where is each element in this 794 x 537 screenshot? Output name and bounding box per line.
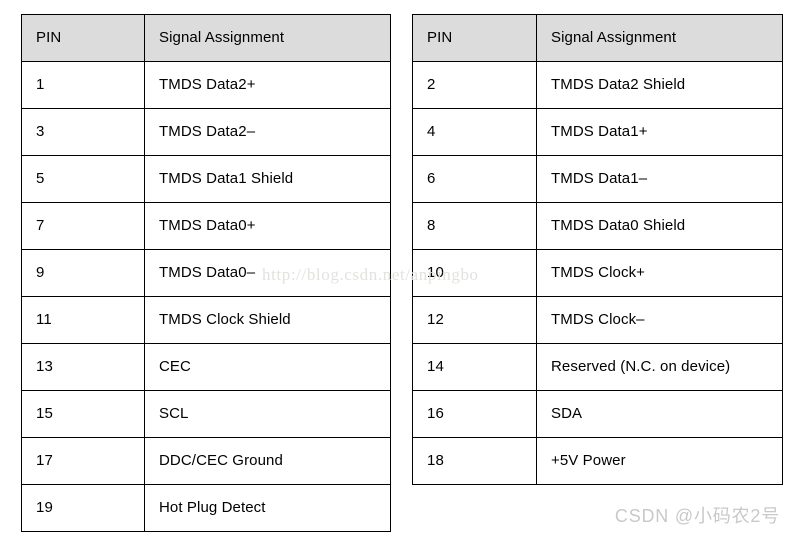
cell-signal-assignment: TMDS Data0+ [144,202,391,250]
table-row: 2 TMDS Data2 Shield [412,61,783,109]
cell-pin-number: 13 [21,343,145,391]
table-header-row: PIN Signal Assignment [412,14,783,62]
cell-pin-number: 7 [21,202,145,250]
cell-signal-assignment: TMDS Data2+ [144,61,391,109]
cell-pin-number: 6 [412,155,537,203]
table-body-left: 1 TMDS Data2+ 3 TMDS Data2– 5 TMDS Data1 Shie… [21,61,391,532]
table-row: 10 TMDS Clock+ [412,249,783,297]
cell-signal-assignment: TMDS Data1 Shield [144,155,391,203]
table-header-right: PIN Signal Assignment [412,14,783,62]
cell-pin-number: 11 [21,296,145,344]
cell-signal-assignment: TMDS Data0– [144,249,391,297]
cell-pin-number: 1 [21,61,145,109]
cell-signal-assignment: +5V Power [536,437,783,485]
cell-signal-assignment: TMDS Data1– [536,155,783,203]
table-row: 4 TMDS Data1+ [412,108,783,156]
cell-signal-assignment: TMDS Data1+ [536,108,783,156]
cell-pin-number: 18 [412,437,537,485]
table-row: 12 TMDS Clock– [412,296,783,344]
cell-pin-number: 3 [21,108,145,156]
cell-signal-assignment: SCL [144,390,391,438]
table-header-left: PIN Signal Assignment [21,14,391,62]
cell-pin-number: 2 [412,61,537,109]
cell-signal-assignment: Reserved (N.C. on device) [536,343,783,391]
cell-signal-assignment: TMDS Clock– [536,296,783,344]
table-row: 1 TMDS Data2+ [21,61,391,109]
column-header-pin: PIN [412,14,537,62]
table-row: 15 SCL [21,390,391,438]
table-row: 3 TMDS Data2– [21,108,391,156]
table-row: 5 TMDS Data1 Shield [21,155,391,203]
cell-pin-number: 8 [412,202,537,250]
cell-signal-assignment: TMDS Clock Shield [144,296,391,344]
cell-pin-number: 9 [21,249,145,297]
column-header-pin: PIN [21,14,145,62]
cell-pin-number: 17 [21,437,145,485]
table-header-row: PIN Signal Assignment [21,14,391,62]
csdn-attribution-watermark: CSDN @小码农2号 [614,506,780,526]
table-row: 18 +5V Power [412,437,783,485]
cell-pin-number: 16 [412,390,537,438]
cell-signal-assignment: TMDS Clock+ [536,249,783,297]
cell-pin-number: 12 [412,296,537,344]
cell-signal-assignment: CEC [144,343,391,391]
document-page: PIN Signal Assignment 1 TMDS Data2+ 3 TMDS … [0,0,794,537]
table-row: 19 Hot Plug Detect [21,484,391,532]
column-header-signal: Signal Assignment [144,14,391,62]
cell-signal-assignment: SDA [536,390,783,438]
table-body-right: 2 TMDS Data2 Shield 4 TMDS Data1+ 6 TMDS Data… [412,61,783,485]
cell-pin-number: 15 [21,390,145,438]
cell-pin-number: 10 [412,249,537,297]
table-row: 9 TMDS Data0– [21,249,391,297]
cell-signal-assignment: TMDS Data2– [144,108,391,156]
table-row: 6 TMDS Data1– [412,155,783,203]
table-row: 11 TMDS Clock Shield [21,296,391,344]
table-row: 16 SDA [412,390,783,438]
table-row: 13 CEC [21,343,391,391]
cell-pin-number: 14 [412,343,537,391]
cell-signal-assignment: DDC/CEC Ground [144,437,391,485]
table-row: 17 DDC/CEC Ground [21,437,391,485]
cell-pin-number: 4 [412,108,537,156]
column-header-signal: Signal Assignment [536,14,783,62]
table-row: 8 TMDS Data0 Shield [412,202,783,250]
even-pins-table: PIN Signal Assignment 2 TMDS Data2 Shield… [412,14,783,485]
cell-pin-number: 19 [21,484,145,532]
cell-signal-assignment: TMDS Data2 Shield [536,61,783,109]
table-row: 14 Reserved (N.C. on device) [412,343,783,391]
cell-pin-number: 5 [21,155,145,203]
cell-signal-assignment: Hot Plug Detect [144,484,391,532]
odd-pins-table: PIN Signal Assignment 1 TMDS Data2+ 3 TMDS … [21,14,391,532]
cell-signal-assignment: TMDS Data0 Shield [536,202,783,250]
table-row: 7 TMDS Data0+ [21,202,391,250]
